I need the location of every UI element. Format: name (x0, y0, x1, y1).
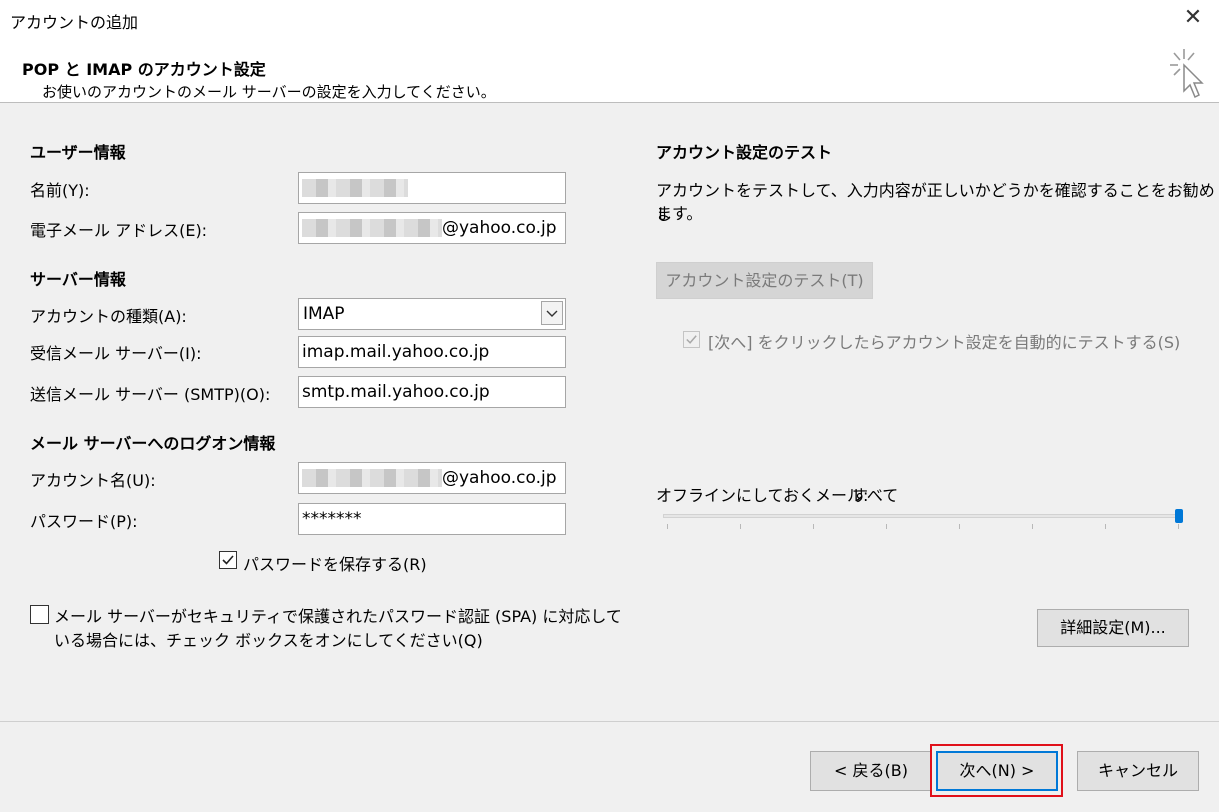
slider-tick (740, 524, 741, 529)
save-password-label[interactable]: パスワードを保存する(R) (243, 551, 427, 575)
redacted-email (302, 219, 442, 237)
header-subtitle: お使いのアカウントのメール サーバーの設定を入力してください。 (42, 83, 496, 101)
server-info-heading: サーバー情報 (30, 270, 126, 289)
dialog-header: POP と IMAP のアカウント設定 お使いのアカウントのメール サーバーの設… (0, 40, 1219, 103)
offline-slider-track[interactable] (663, 514, 1183, 518)
header-title: POP と IMAP のアカウント設定 (22, 60, 266, 79)
slider-tick (813, 524, 814, 529)
save-password-checkbox[interactable] (219, 551, 237, 569)
name-field[interactable] (298, 172, 566, 204)
password-label: パスワード(P): (30, 512, 138, 531)
redacted-name (302, 179, 408, 197)
user-info-heading: ユーザー情報 (30, 143, 126, 162)
window-title: アカウントの追加 (10, 13, 139, 32)
outgoing-server-field[interactable]: smtp.mail.yahoo.co.jp (298, 376, 566, 408)
slider-tick (886, 524, 887, 529)
offline-mail-value: すべて (852, 486, 899, 505)
account-type-select[interactable]: IMAP (298, 298, 566, 330)
more-settings-button[interactable]: 詳細設定(M)... (1037, 609, 1189, 647)
slider-tick (959, 524, 960, 529)
account-type-value: IMAP (303, 304, 345, 324)
incoming-server-field[interactable]: imap.mail.yahoo.co.jp (298, 336, 566, 368)
highlight-frame (930, 744, 1063, 797)
footer-divider (0, 721, 1219, 722)
title-bar: アカウントの追加 ✕ (0, 0, 1219, 40)
slider-tick (1032, 524, 1033, 529)
name-label: 名前(Y): (30, 181, 90, 200)
account-name-domain: @yahoo.co.jp (442, 468, 557, 488)
spa-label-line2[interactable]: いる場合には、チェック ボックスをオンにしてください(Q) (54, 627, 483, 651)
chevron-down-icon[interactable] (541, 301, 563, 325)
close-icon[interactable]: ✕ (1181, 6, 1205, 30)
test-desc-line1: アカウントをテストして、入力内容が正しいかどうかを確認することをお勧めし (656, 181, 1215, 224)
redacted-account-name (302, 469, 442, 487)
outgoing-server-label: 送信メール サーバー (SMTP)(O): (30, 385, 271, 404)
back-button[interactable]: < 戻る(B) (810, 751, 932, 791)
offline-slider-thumb[interactable] (1175, 509, 1183, 523)
slider-tick (667, 524, 668, 529)
auto-test-label[interactable]: [次へ] をクリックしたらアカウント設定を自動的にテストする(S) (708, 329, 1180, 353)
test-account-button[interactable]: アカウント設定のテスト(T) (656, 262, 873, 299)
wand-cursor-icon (1170, 49, 1204, 99)
account-name-field[interactable]: @yahoo.co.jp (298, 462, 566, 494)
spa-label-line1[interactable]: メール サーバーがセキュリティで保護されたパスワード認証 (SPA) に対応して (54, 603, 622, 627)
checkmark-icon (686, 335, 697, 344)
offline-mail-label: オフラインにしておくメール: (656, 486, 869, 505)
email-field[interactable]: @yahoo.co.jp (298, 212, 566, 244)
slider-tick (1105, 524, 1106, 529)
account-name-label: アカウント名(U): (30, 471, 156, 490)
auto-test-checkbox[interactable] (683, 331, 700, 348)
logon-info-heading: メール サーバーへのログオン情報 (30, 434, 276, 453)
checkmark-icon (222, 555, 234, 565)
test-desc-line2: ます。 (656, 204, 703, 223)
email-label: 電子メール アドレス(E): (30, 221, 208, 240)
spa-checkbox[interactable] (30, 605, 49, 624)
incoming-server-label: 受信メール サーバー(I): (30, 344, 202, 363)
slider-tick (1178, 524, 1179, 529)
email-domain: @yahoo.co.jp (442, 218, 557, 238)
password-field[interactable]: ******* (298, 503, 566, 535)
account-type-label: アカウントの種類(A): (30, 307, 187, 326)
cancel-button[interactable]: キャンセル (1077, 751, 1199, 791)
test-heading: アカウント設定のテスト (656, 143, 833, 162)
